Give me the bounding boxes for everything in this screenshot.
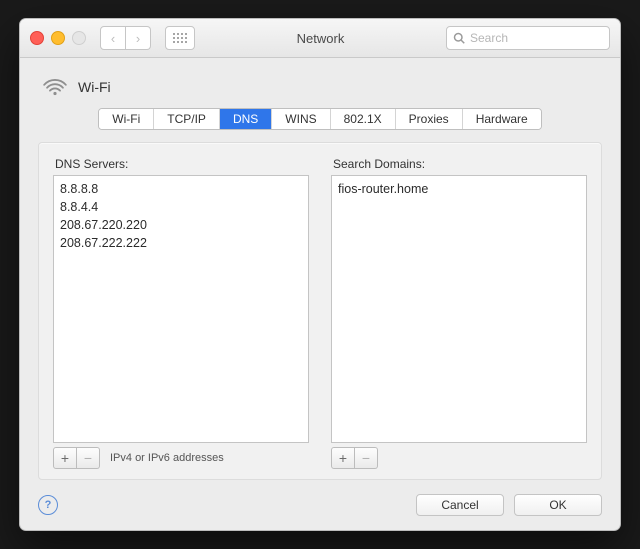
chevron-left-icon: ‹: [111, 31, 115, 46]
window-title: Network: [203, 31, 438, 46]
cancel-button[interactable]: Cancel: [416, 494, 504, 516]
dns-panel: DNS Servers: 8.8.8.88.8.4.4208.67.220.22…: [38, 142, 602, 480]
search-domains-list[interactable]: fios-router.home: [331, 175, 587, 443]
zoom-window-button[interactable]: [72, 31, 86, 45]
tab-tcp-ip[interactable]: TCP/IP: [154, 109, 220, 129]
interface-heading: Wi-Fi: [42, 76, 602, 98]
remove-domain-button[interactable]: −: [355, 447, 378, 469]
dns-hint: IPv4 or IPv6 addresses: [110, 452, 224, 464]
grid-icon: [173, 33, 187, 43]
ok-button[interactable]: OK: [514, 494, 602, 516]
show-all-button[interactable]: [165, 26, 195, 50]
network-prefs-window: ‹ › Network Search Wi-Fi Wi-FiTCP/IPDNSW…: [19, 18, 621, 531]
dns-server-entry[interactable]: 8.8.8.8: [60, 180, 302, 198]
add-domain-button[interactable]: +: [331, 447, 355, 469]
dns-servers-list[interactable]: 8.8.8.88.8.4.4208.67.220.220208.67.222.2…: [53, 175, 309, 443]
dns-servers-label: DNS Servers:: [55, 157, 309, 171]
window-controls: [30, 31, 86, 45]
tab-dns[interactable]: DNS: [220, 109, 272, 129]
tabbar: Wi-FiTCP/IPDNSWINS802.1XProxiesHardware: [98, 108, 541, 130]
add-dns-button[interactable]: +: [53, 447, 77, 469]
dns-server-entry[interactable]: 208.67.222.222: [60, 234, 302, 252]
tabs-row: Wi-FiTCP/IPDNSWINS802.1XProxiesHardware: [38, 108, 602, 130]
dns-add-remove: + −: [53, 447, 100, 469]
help-button[interactable]: ?: [38, 495, 58, 515]
search-domains-column: Search Domains: fios-router.home + −: [331, 157, 587, 469]
search-domain-entry[interactable]: fios-router.home: [338, 180, 580, 198]
minus-icon: −: [362, 450, 370, 466]
titlebar: ‹ › Network Search: [20, 19, 620, 58]
dns-server-entry[interactable]: 208.67.220.220: [60, 216, 302, 234]
interface-name: Wi-Fi: [78, 79, 111, 95]
tab-802-1x[interactable]: 802.1X: [331, 109, 396, 129]
plus-icon: +: [61, 450, 69, 466]
plus-icon: +: [339, 450, 347, 466]
minimize-window-button[interactable]: [51, 31, 65, 45]
domain-add-remove: + −: [331, 447, 378, 469]
close-window-button[interactable]: [30, 31, 44, 45]
minus-icon: −: [84, 450, 92, 466]
wifi-icon: [42, 76, 68, 98]
remove-dns-button[interactable]: −: [77, 447, 100, 469]
search-domains-label: Search Domains:: [333, 157, 587, 171]
dns-server-entry[interactable]: 8.8.4.4: [60, 198, 302, 216]
forward-button[interactable]: ›: [126, 26, 151, 50]
content: Wi-Fi Wi-FiTCP/IPDNSWINS802.1XProxiesHar…: [20, 58, 620, 530]
tab-wi-fi[interactable]: Wi-Fi: [99, 109, 154, 129]
tab-wins[interactable]: WINS: [272, 109, 330, 129]
tab-hardware[interactable]: Hardware: [463, 109, 541, 129]
search-icon: [453, 32, 465, 44]
dns-servers-column: DNS Servers: 8.8.8.88.8.4.4208.67.220.22…: [53, 157, 309, 469]
tab-proxies[interactable]: Proxies: [396, 109, 463, 129]
nav-buttons: ‹ ›: [100, 26, 151, 50]
search-field[interactable]: Search: [446, 26, 610, 50]
chevron-right-icon: ›: [136, 31, 140, 46]
back-button[interactable]: ‹: [100, 26, 126, 50]
search-placeholder: Search: [470, 31, 508, 45]
help-icon: ?: [45, 499, 52, 511]
footer: ? Cancel OK: [38, 494, 602, 516]
